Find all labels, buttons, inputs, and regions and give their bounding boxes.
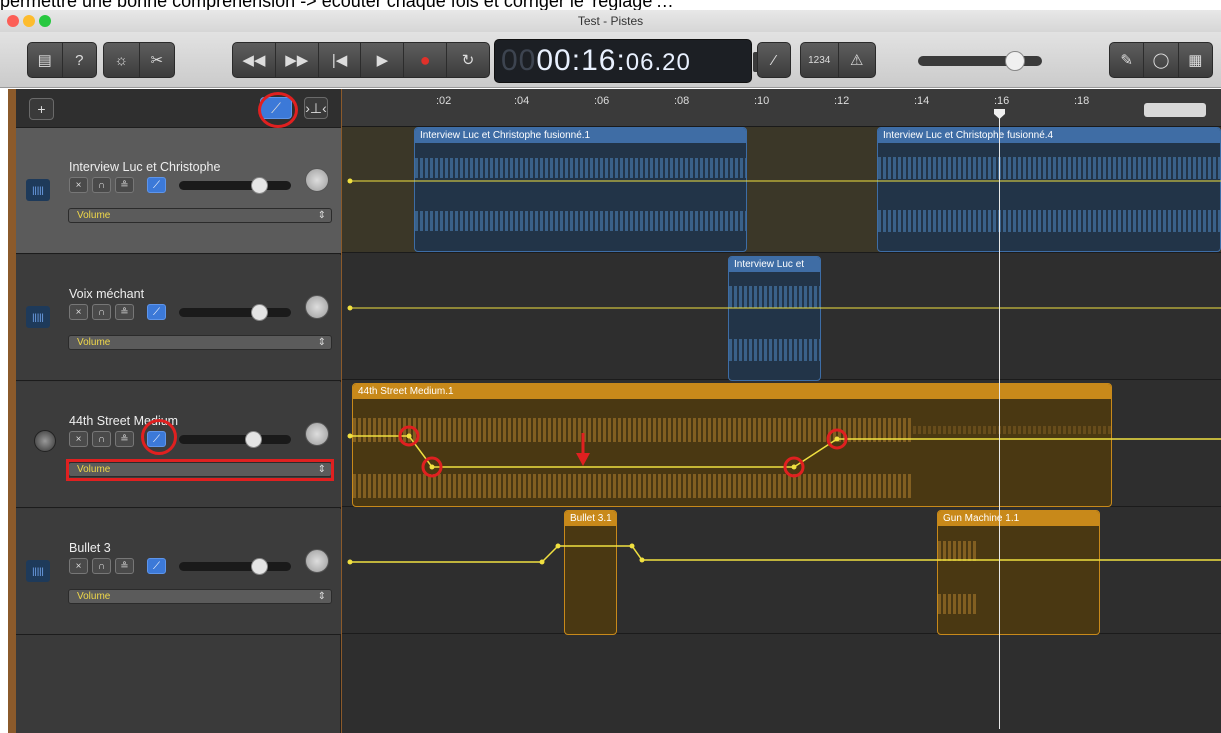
track-volume-slider[interactable] — [179, 431, 291, 448]
lcd-display[interactable]: 0000:16:06.20 ⌄ — [494, 39, 765, 83]
mute-icon[interactable]: × — [69, 304, 88, 320]
tracks-area[interactable]: :02 :04 :06 :08 :10 :12 :14 :16 :18 Inte… — [342, 89, 1221, 733]
headphones-icon[interactable]: ∩ — [92, 558, 111, 574]
track-volume-slider[interactable] — [179, 558, 291, 575]
track-name: Voix méchant — [69, 287, 145, 301]
library-icon[interactable]: ▤ — [28, 43, 63, 77]
ruler-tick: :02 — [436, 95, 452, 107]
scissors-icon[interactable]: ✂ — [140, 43, 175, 77]
ruler-tick: :10 — [754, 95, 770, 107]
ruler-tick: :08 — [674, 95, 690, 107]
record-icon[interactable]: ● — [404, 43, 448, 77]
editors-group: ✎ ◯ ▦ — [1109, 42, 1213, 78]
automation-curve[interactable] — [342, 381, 1221, 507]
input-monitor-icon[interactable]: ≗ — [115, 558, 134, 574]
track-volume-slider[interactable] — [179, 304, 291, 321]
highlight-circle — [141, 419, 177, 455]
ruler-tick: :18 — [1074, 95, 1090, 107]
audio-waveform-icon: ||||| — [26, 179, 50, 201]
ruler-tick: :14 — [914, 95, 930, 107]
highlight-box — [66, 459, 334, 481]
track-header-1[interactable]: Interview Luc et Christophe ||||| × ∩ ≗ … — [16, 128, 341, 254]
pan-knob[interactable] — [305, 295, 329, 319]
loop-browser-icon[interactable]: ◯ — [1144, 43, 1179, 77]
automation-icon[interactable]: ⟋ — [147, 304, 166, 320]
pan-knob[interactable] — [305, 168, 329, 192]
parameter-label: Volume — [77, 591, 111, 602]
input-monitor-icon[interactable]: ≗ — [115, 304, 134, 320]
track-name: Interview Luc et Christophe — [69, 160, 221, 174]
master-volume-slider[interactable] — [918, 51, 1042, 71]
count-in-button[interactable]: 1234 — [801, 43, 839, 77]
pan-knob[interactable] — [305, 422, 329, 446]
play-icon[interactable]: ▶ — [361, 43, 405, 77]
headphones-icon[interactable]: ∩ — [92, 304, 111, 320]
window-title: Test - Pistes — [577, 14, 644, 28]
lane-4[interactable]: Bullet 3.1 Gun Machine 1.1 — [342, 508, 1221, 635]
cycle-icon[interactable]: ↻ — [447, 43, 489, 77]
go-to-start-icon[interactable]: |◀ — [319, 43, 362, 77]
track-volume-slider[interactable] — [179, 177, 291, 194]
transport-group: ◀◀ ▶▶ |◀ ▶ ● ↻ — [232, 42, 490, 78]
track-name: Bullet 3 — [69, 541, 111, 555]
fast-forward-icon[interactable]: ▶▶ — [276, 43, 319, 77]
title-bar: Test - Pistes — [0, 10, 1221, 32]
tuner-icon[interactable]: ⁄ — [758, 43, 790, 77]
lcd-frac: 06.20 — [625, 49, 691, 76]
mute-icon[interactable]: × — [69, 177, 88, 193]
parameter-label: Volume — [77, 210, 111, 221]
audio-waveform-icon: ||||| — [26, 560, 50, 582]
media-browser-icon[interactable]: ▦ — [1179, 43, 1212, 77]
track-headers: + ⟋ ›⊥‹ Interview Luc et Christophe ||||… — [16, 89, 341, 733]
library-help-group: ▤ ? — [27, 42, 97, 78]
tuner-group: ⁄ — [757, 42, 791, 78]
smart-controls-icon[interactable]: ☼ — [104, 43, 140, 77]
track-header-3[interactable]: 44th Street Medium × ∩ ≗ ⟋ Volume ⇕ — [16, 382, 341, 508]
lane-2[interactable]: Interview Luc et — [342, 254, 1221, 381]
parameter-label: Volume — [77, 337, 111, 348]
smart-controls-group: ☼ ✂ — [103, 42, 175, 78]
automation-parameter-select[interactable]: Volume ⇕ — [68, 335, 332, 350]
zoom-slider[interactable] — [1144, 103, 1206, 117]
speaker-icon — [34, 430, 56, 452]
mute-icon[interactable]: × — [69, 558, 88, 574]
note-pad-icon[interactable]: ✎ — [1110, 43, 1145, 77]
automation-icon[interactable]: ⟋ — [147, 558, 166, 574]
playhead[interactable] — [994, 109, 1005, 729]
rewind-icon[interactable]: ◀◀ — [233, 43, 276, 77]
lane-3[interactable]: 44th Street Medium.1 — [342, 381, 1221, 507]
ruler-tick: :16 — [994, 95, 1010, 107]
lane-1[interactable]: Interview Luc et Christophe fusionné.1 I… — [342, 127, 1221, 253]
master-volume-knob[interactable] — [1005, 51, 1025, 71]
toolbar: ▤ ? ☼ ✂ ◀◀ ▶▶ |◀ ▶ ● ↻ 0000:16:06.20 ⌄ ⁄… — [0, 32, 1221, 88]
pan-knob[interactable] — [305, 549, 329, 573]
lcd-main: 00:16: — [536, 44, 626, 77]
automation-curve[interactable] — [342, 254, 1221, 380]
flex-icon[interactable]: ›⊥‹ — [304, 97, 328, 119]
count-in-metronome-group: 1234 ⚠ — [800, 42, 876, 78]
automation-parameter-select[interactable]: Volume ⇕ — [68, 208, 332, 223]
headphones-icon[interactable]: ∩ — [92, 431, 111, 447]
ruler-tick: :12 — [834, 95, 850, 107]
input-monitor-icon[interactable]: ≗ — [115, 431, 134, 447]
automation-parameter-select[interactable]: Volume ⇕ — [68, 589, 332, 604]
help-icon[interactable]: ? — [63, 43, 97, 77]
audio-waveform-icon: ||||| — [26, 306, 50, 328]
highlight-circle — [258, 92, 298, 128]
track-header-4[interactable]: Bullet 3 ||||| × ∩ ≗ ⟋ Volume ⇕ — [16, 509, 341, 635]
metronome-icon[interactable]: ⚠ — [839, 43, 876, 77]
automation-icon[interactable]: ⟋ — [147, 177, 166, 193]
add-track-button[interactable]: + — [29, 98, 54, 120]
headphones-icon[interactable]: ∩ — [92, 177, 111, 193]
automation-curve[interactable] — [342, 127, 1221, 253]
ruler-tick: :06 — [594, 95, 610, 107]
lcd-prefix: 00 — [501, 44, 537, 77]
track-header-2[interactable]: Voix méchant ||||| × ∩ ≗ ⟋ Volume ⇕ — [16, 255, 341, 381]
ruler[interactable]: :02 :04 :06 :08 :10 :12 :14 :16 :18 — [342, 89, 1221, 127]
ruler-tick: :04 — [514, 95, 530, 107]
automation-curve[interactable] — [342, 508, 1221, 634]
mute-icon[interactable]: × — [69, 431, 88, 447]
input-monitor-icon[interactable]: ≗ — [115, 177, 134, 193]
